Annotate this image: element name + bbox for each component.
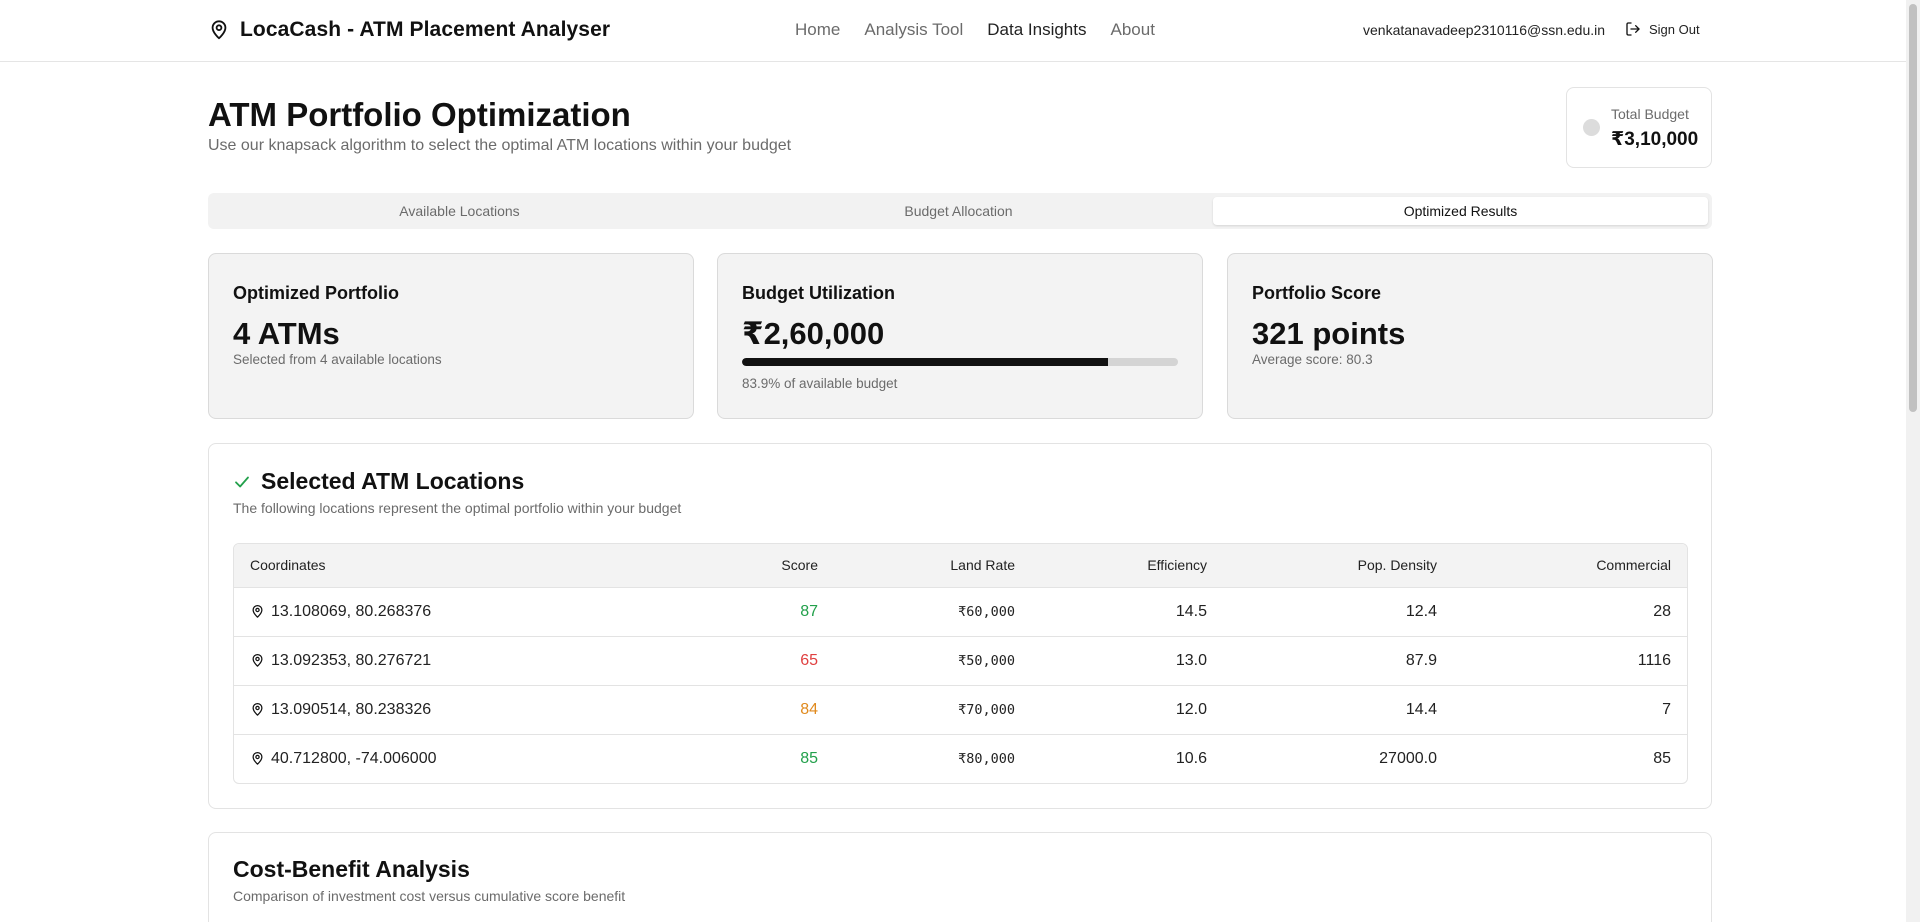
col-land-rate: Land Rate — [834, 544, 1031, 588]
cell-land-rate: ₹70,000 — [834, 685, 1031, 735]
cell-score: 85 — [800, 749, 818, 767]
nav-about[interactable]: About — [1111, 20, 1155, 40]
cell-commercial: 28 — [1453, 587, 1687, 637]
portfolio-score-label: Portfolio Score — [1252, 283, 1382, 303]
portfolio-score-sub: Average score: 80.3 — [1252, 352, 1373, 367]
table-row[interactable]: 13.108069, 80.268376 87 ₹60,000 14.5 12.4 28 — [234, 587, 1687, 637]
col-commercial: Commercial — [1453, 544, 1687, 588]
page-subtitle: Use our knapsack algorithm to select the… — [208, 137, 792, 154]
cell-efficiency: 12.0 — [1031, 685, 1223, 735]
col-coordinates: Coordinates — [234, 544, 704, 588]
budget-utilization-value: ₹2,60,000 — [742, 316, 885, 351]
page-scrollbar[interactable] — [1906, 0, 1920, 922]
cell-efficiency: 10.6 — [1175, 749, 1207, 767]
cell-pop-density: 87.9 — [1223, 636, 1453, 686]
tab-budget-allocation[interactable]: Budget Allocation — [711, 197, 1206, 225]
cell-score: 84 — [704, 685, 834, 735]
map-pin-icon — [252, 604, 263, 618]
nav-analysis-tool[interactable]: Analysis Tool — [864, 20, 963, 40]
cell-land-rate: ₹80,000 — [958, 750, 1015, 767]
table-row[interactable]: 13.092353, 80.276721 65 ₹50,000 13.0 87.9 111… — [234, 636, 1687, 686]
col-pop-density: Pop. Density — [1223, 544, 1453, 588]
optimized-portfolio-card: Optimized Portfolio 4 ATMs Selected from… — [208, 253, 694, 419]
optimized-portfolio-sub: Selected from 4 available locations — [233, 352, 442, 367]
budget-indicator-icon — [1583, 119, 1600, 136]
brand[interactable]: LocaCash - ATM Placement Analyser — [208, 18, 610, 42]
cell-commercial: 85 — [1653, 749, 1671, 767]
map-pin-icon — [252, 702, 263, 716]
tab-available-locations[interactable]: Available Locations — [212, 197, 707, 225]
main-nav: Home Analysis Tool Data Insights About — [795, 20, 1155, 40]
total-budget-label: Total Budget — [1611, 106, 1689, 122]
top-header: LocaCash - ATM Placement Analyser Home A… — [0, 0, 1920, 62]
cell-commercial: 1116 — [1453, 636, 1687, 686]
sign-out-button[interactable]: Sign Out — [1625, 21, 1700, 37]
user-email: venkatanavadeep2310116@ssn.edu.in — [1363, 22, 1606, 38]
cell-pop-density: 12.4 — [1223, 587, 1453, 637]
log-out-icon — [1626, 22, 1640, 36]
coordinates-text: 13.092353, 80.276721 — [271, 651, 432, 669]
cell-pop-density: 14.4 — [1223, 685, 1453, 735]
sign-out-label: Sign Out — [1649, 21, 1700, 37]
cell-efficiency: 13.0 — [1031, 636, 1223, 686]
cell-commercial: 7 — [1453, 685, 1687, 735]
brand-title: LocaCash - ATM Placement Analyser — [240, 18, 611, 41]
budget-progress-fill — [742, 358, 1108, 366]
cell-pop-density: 27000.0 — [1379, 749, 1437, 767]
portfolio-score-value: 321 points — [1252, 316, 1406, 351]
cost-benefit-section: Cost-Benefit Analysis Comparison of inve… — [208, 832, 1712, 922]
table-body: 13.108069, 80.268376 87 ₹60,000 14.5 12.4 28 1… — [234, 587, 1687, 783]
cell-score: 65 — [704, 636, 834, 686]
col-score: Score — [704, 544, 834, 588]
budget-progress-bar — [742, 358, 1178, 366]
selected-locations-table: Coordinates Score Land Rate Efficiency P… — [233, 543, 1688, 784]
cell-coordinates: 13.108069, 80.268376 — [234, 587, 704, 637]
page-title: ATM Portfolio Optimization — [208, 96, 631, 133]
tab-list: Available Locations Budget Allocation Op… — [208, 193, 1712, 229]
cell-coordinates: 40.712800, -74.006000 — [234, 734, 704, 783]
portfolio-score-card: Portfolio Score 321 points Average score… — [1227, 253, 1713, 419]
total-budget-value: ₹3,10,000 — [1611, 129, 1699, 150]
cell-land-rate: ₹60,000 — [834, 587, 1031, 637]
cell-land-rate: ₹50,000 — [834, 636, 1031, 686]
optimized-portfolio-label: Optimized Portfolio — [233, 283, 399, 303]
map-pin-icon — [252, 752, 263, 765]
selected-locations-heading: Selected ATM Locations — [233, 468, 524, 495]
scrollbar-thumb[interactable] — [1909, 4, 1917, 412]
budget-utilization-label: Budget Utilization — [742, 283, 895, 303]
selected-locations-subtitle: The following locations represent the op… — [233, 500, 682, 516]
check-icon — [235, 476, 249, 487]
cost-benefit-subtitle: Comparison of investment cost versus cum… — [233, 888, 626, 904]
coordinates-text: 13.090514, 80.238326 — [271, 700, 432, 718]
selected-locations-section: Selected ATM Locations The following loc… — [208, 443, 1712, 809]
optimized-portfolio-value: 4 ATMs — [233, 316, 340, 351]
cost-benefit-title: Cost-Benefit Analysis — [233, 856, 470, 882]
map-pin-icon — [211, 20, 227, 40]
budget-utilization-sub: 83.9% of available budget — [742, 376, 898, 391]
cell-coordinates: 13.090514, 80.238326 — [234, 685, 704, 735]
nav-data-insights[interactable]: Data Insights — [987, 20, 1086, 40]
cell-efficiency: 14.5 — [1031, 587, 1223, 637]
nav-home[interactable]: Home — [795, 20, 840, 40]
table-row[interactable]: 40.712800, -74.006000 85 ₹80,000 10.6 27000.… — [234, 734, 1687, 783]
budget-utilization-card: Budget Utilization ₹2,60,000 83.9% of av… — [717, 253, 1203, 419]
cell-coordinates: 13.092353, 80.276721 — [234, 636, 704, 686]
col-efficiency: Efficiency — [1031, 544, 1223, 588]
coordinates-text: 40.712800, -74.006000 — [271, 749, 437, 767]
table-row[interactable]: 13.090514, 80.238326 84 ₹70,000 12.0 14.4 7 — [234, 685, 1687, 735]
coordinates-text: 13.108069, 80.268376 — [271, 602, 432, 620]
tab-optimized-results[interactable]: Optimized Results — [1213, 197, 1708, 225]
table-header-row: Coordinates Score Land Rate Efficiency P… — [234, 544, 1687, 588]
map-pin-icon — [252, 653, 263, 667]
total-budget-card: Total Budget ₹3,10,000 — [1566, 87, 1712, 168]
cell-score: 87 — [704, 587, 834, 637]
selected-locations-title: Selected ATM Locations — [261, 468, 525, 494]
